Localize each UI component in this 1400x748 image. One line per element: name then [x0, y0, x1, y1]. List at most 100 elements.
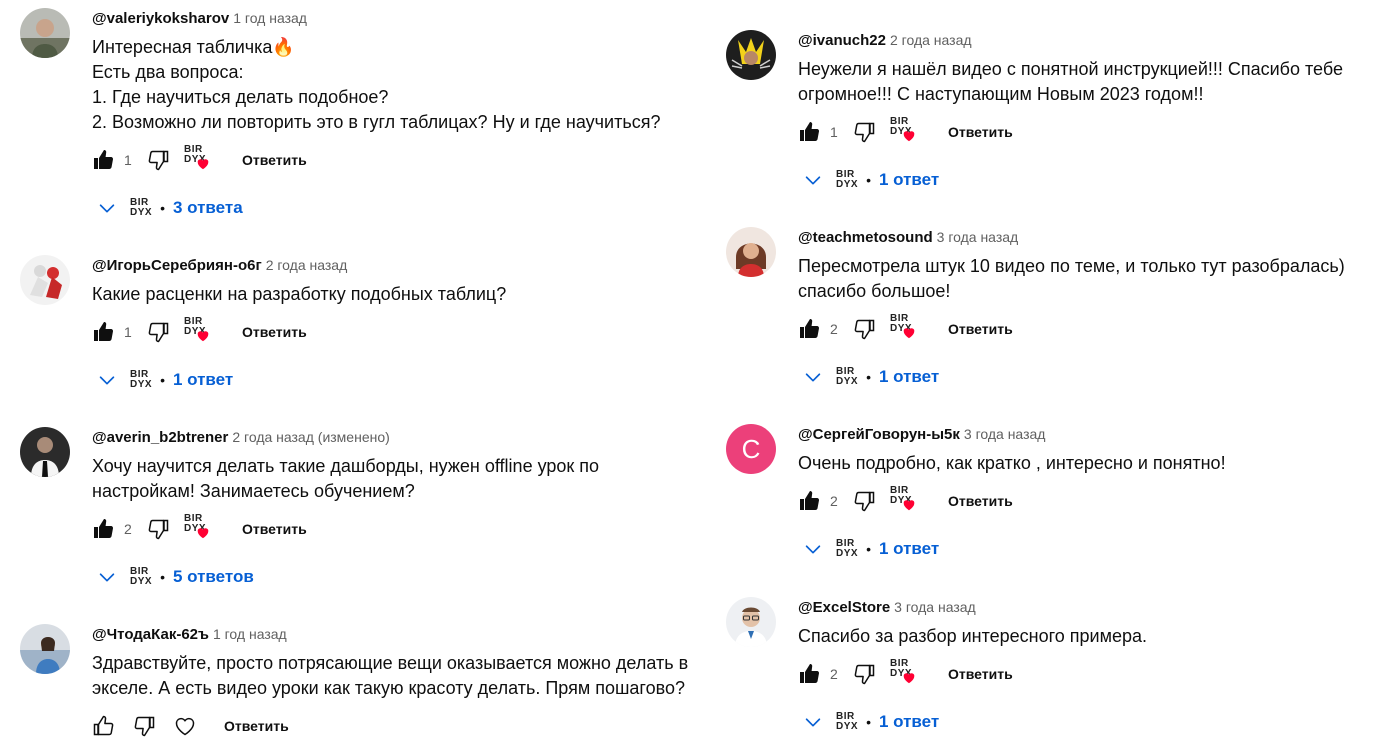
comment-text-line: Интересная табличка🔥 — [92, 37, 295, 57]
reply-button[interactable]: Ответить — [242, 152, 307, 168]
comment-actions: Ответить — [88, 711, 682, 741]
reply-button[interactable]: Ответить — [948, 124, 1013, 140]
channel-logo-line: DYX — [836, 721, 859, 732]
dislike-button[interactable] — [144, 145, 174, 175]
like-button[interactable] — [794, 314, 824, 344]
dislike-button[interactable] — [850, 117, 880, 147]
channel-logo-line: DYX — [836, 376, 859, 387]
creator-heart-badge[interactable]: BIR DYX — [184, 514, 218, 544]
like-button[interactable] — [88, 145, 118, 175]
avatar[interactable] — [20, 624, 70, 674]
like-button[interactable] — [88, 317, 118, 347]
author-name[interactable]: @ИгорьСеребриян-о6г — [92, 257, 262, 274]
heart-icon — [196, 526, 210, 540]
comment-body: @ivanuch22 2 года назад Неужели я нашёл ви… — [798, 30, 1388, 195]
like-count: 2 — [830, 493, 838, 509]
comment-text: Пересмотрела штук 10 видео по теме, и то… — [798, 254, 1388, 304]
comment-text: Интересная табличка🔥 Есть два вопроса: 1. … — [92, 35, 682, 135]
comment-text: Спасибо за разбор интересного примера. — [798, 624, 1388, 649]
comment-actions: 2 BIR DYX Ответить — [794, 659, 1388, 689]
avatar[interactable] — [726, 227, 776, 277]
separator-dot: • — [866, 172, 871, 188]
creator-heart-badge[interactable]: BIR DYX — [890, 314, 924, 344]
comment-time[interactable]: 2 года назад — [266, 257, 348, 273]
creator-heart-badge[interactable]: BIR DYX — [890, 659, 924, 689]
chevron-down-icon — [802, 366, 824, 388]
creator-heart-badge[interactable]: BIR DYX — [184, 317, 218, 347]
author-name[interactable]: @СергейГоворун-ы5к — [798, 426, 960, 443]
author-name[interactable]: @valeriykoksharov — [92, 10, 229, 27]
avatar[interactable] — [20, 255, 70, 305]
comment-time[interactable]: 3 года назад — [937, 229, 1019, 245]
author-name[interactable]: @averin_b2btrener — [92, 429, 228, 446]
creator-heart-badge[interactable]: BIR DYX — [890, 117, 924, 147]
replies-count: 5 ответов — [172, 567, 254, 586]
reply-button[interactable]: Ответить — [948, 321, 1013, 337]
reply-button[interactable]: Ответить — [948, 666, 1013, 682]
comment-body: @СергейГоворун-ы5к 3 года назад Очень подр… — [798, 424, 1388, 564]
replies-count: 1 ответ — [172, 370, 234, 389]
reply-button[interactable]: Ответить — [224, 718, 289, 734]
avatar[interactable] — [726, 597, 776, 647]
dislike-button[interactable] — [144, 317, 174, 347]
comment-actions: 1 BIR DYX Ответить — [88, 317, 682, 347]
view-replies-button[interactable]: BIR DYX • 1 ответ — [802, 707, 1388, 737]
channel-logo: BIR DYX — [836, 170, 858, 190]
comment-time[interactable]: 3 года назад — [964, 426, 1046, 442]
thumbs-up-icon — [800, 319, 820, 338]
author-name[interactable]: @teachmetosound — [798, 229, 933, 246]
comment-time[interactable]: 1 год назад — [213, 626, 287, 642]
reply-button[interactable]: Ответить — [242, 324, 307, 340]
comment-text-line: настройкам! Занимаетесь обучением? — [92, 481, 415, 501]
like-button[interactable] — [794, 659, 824, 689]
heart-icon — [196, 157, 210, 171]
view-replies-button[interactable]: BIR DYX • 1 ответ — [802, 534, 1388, 564]
dislike-button[interactable] — [850, 314, 880, 344]
comment-time[interactable]: 1 год назад — [233, 10, 307, 26]
dislike-button[interactable] — [130, 711, 160, 741]
comment-time[interactable]: 3 года назад — [894, 599, 976, 615]
chevron-down-icon — [96, 369, 118, 391]
author-name[interactable]: @ExcelStore — [798, 599, 890, 616]
thumbs-down-icon — [134, 716, 155, 737]
view-replies-button[interactable]: BIR DYX • 5 ответов — [96, 562, 682, 592]
comment-actions: 1 BIR DYX Ответить — [794, 117, 1388, 147]
view-replies-button[interactable]: BIR DYX • 1 ответ — [96, 365, 682, 395]
channel-logo: BIR DYX — [836, 539, 858, 559]
dislike-button[interactable] — [850, 486, 880, 516]
channel-logo-line: DYX — [836, 548, 859, 559]
like-button[interactable] — [88, 711, 118, 741]
dislike-button[interactable] — [850, 659, 880, 689]
avatar[interactable] — [726, 30, 776, 80]
author-name[interactable]: @ivanuch22 — [798, 32, 886, 49]
separator-dot: • — [160, 372, 165, 388]
comment-time[interactable]: 2 года назад (изменено) — [232, 429, 389, 445]
creator-heart-badge[interactable]: BIR DYX — [890, 486, 924, 516]
like-button[interactable] — [794, 486, 824, 516]
view-replies-button[interactable]: BIR DYX • 1 ответ — [802, 165, 1388, 195]
comment-header: @ИгорьСеребриян-о6г 2 года назад — [92, 255, 682, 276]
avatar[interactable] — [20, 427, 70, 477]
comment-text: Неужели я нашёл видео с понятной инструк… — [798, 57, 1388, 107]
channel-logo-line: DYX — [836, 179, 859, 190]
dislike-button[interactable] — [144, 514, 174, 544]
thumbs-down-icon — [148, 519, 169, 540]
comment-text-line: 1. Где научиться делать подобное? — [92, 87, 389, 107]
comment-time[interactable]: 2 года назад — [890, 32, 972, 48]
replies-count: 1 ответ — [878, 170, 940, 189]
like-button[interactable] — [794, 117, 824, 147]
heart-button[interactable] — [170, 711, 200, 741]
like-button[interactable] — [88, 514, 118, 544]
comment-text-line: спасибо большое! — [798, 281, 951, 301]
like-count: 1 — [830, 124, 838, 140]
reply-button[interactable]: Ответить — [948, 493, 1013, 509]
comment-text-line: Очень подробно, как кратко , интересно и… — [798, 453, 1226, 473]
creator-heart-badge[interactable]: BIR DYX — [184, 145, 218, 175]
view-replies-button[interactable]: BIR DYX • 1 ответ — [802, 362, 1388, 392]
avatar[interactable] — [20, 8, 70, 58]
author-name[interactable]: @ЧтодаКак-62ъ — [92, 626, 209, 643]
view-replies-button[interactable]: BIR DYX • 3 ответа — [96, 193, 682, 223]
avatar[interactable]: С — [726, 424, 776, 474]
reply-button[interactable]: Ответить — [242, 521, 307, 537]
comment-text-line: Какие расценки на разработку подобных та… — [92, 284, 507, 304]
